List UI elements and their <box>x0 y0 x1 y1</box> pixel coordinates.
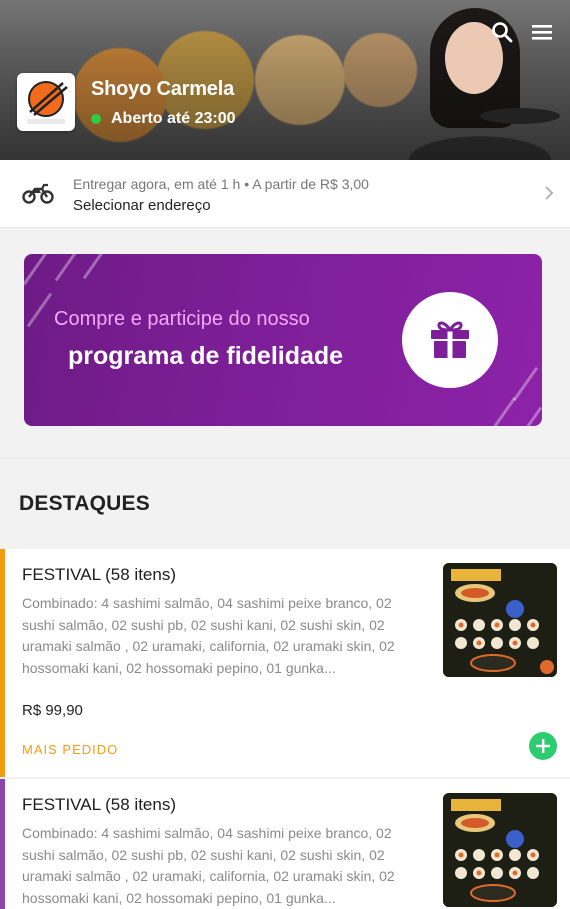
opening-hours-text: Aberto até 23:00 <box>111 110 236 127</box>
add-to-cart-button[interactable] <box>529 732 557 760</box>
product-title: FESTIVAL (58 itens) <box>22 795 176 814</box>
open-status-dot <box>91 114 101 124</box>
product-description: Combinado: 4 sashimi salmão, 04 sashimi … <box>22 825 395 906</box>
product-image <box>443 793 557 907</box>
loyalty-program-banner[interactable]: Compre e participe do nosso programa de … <box>24 254 542 426</box>
select-address-label[interactable]: Selecionar endereço <box>73 197 211 214</box>
section-title-highlights: DESTAQUES <box>19 492 150 515</box>
product-description: Combinado: 4 sashimi salmão, 04 sashimi … <box>22 595 395 676</box>
store-header-banner <box>0 0 570 160</box>
product-card[interactable]: FESTIVAL (58 itens) Combinado: 4 sashimi… <box>0 549 570 777</box>
delivery-info-text: Entregar agora, em até 1 h • A partir de… <box>73 176 369 192</box>
loyalty-banner-title: programa de fidelidade <box>68 342 344 370</box>
most-ordered-badge: MAIS PEDIDO <box>22 742 119 757</box>
store-logo <box>17 73 75 131</box>
product-card[interactable]: FESTIVAL (58 itens) Combinado: 4 sashimi… <box>0 779 570 909</box>
product-title: FESTIVAL (58 itens) <box>22 565 176 584</box>
chevron-right-icon <box>542 184 556 202</box>
product-image <box>443 563 557 677</box>
gift-icon-container <box>402 292 498 388</box>
delivery-address-row[interactable]: Entregar agora, em até 1 h • A partir de… <box>0 160 570 228</box>
store-name: Shoyo Carmela <box>91 78 235 100</box>
search-icon[interactable] <box>490 20 514 44</box>
motorcycle-icon <box>22 180 54 206</box>
product-price: R$ 99,90 <box>22 702 83 719</box>
store-status: Aberto até 23:00 <box>91 110 236 128</box>
menu-icon[interactable] <box>530 20 554 44</box>
loyalty-banner-subtitle: Compre e participe do nosso <box>54 308 310 330</box>
gift-icon <box>428 316 472 365</box>
